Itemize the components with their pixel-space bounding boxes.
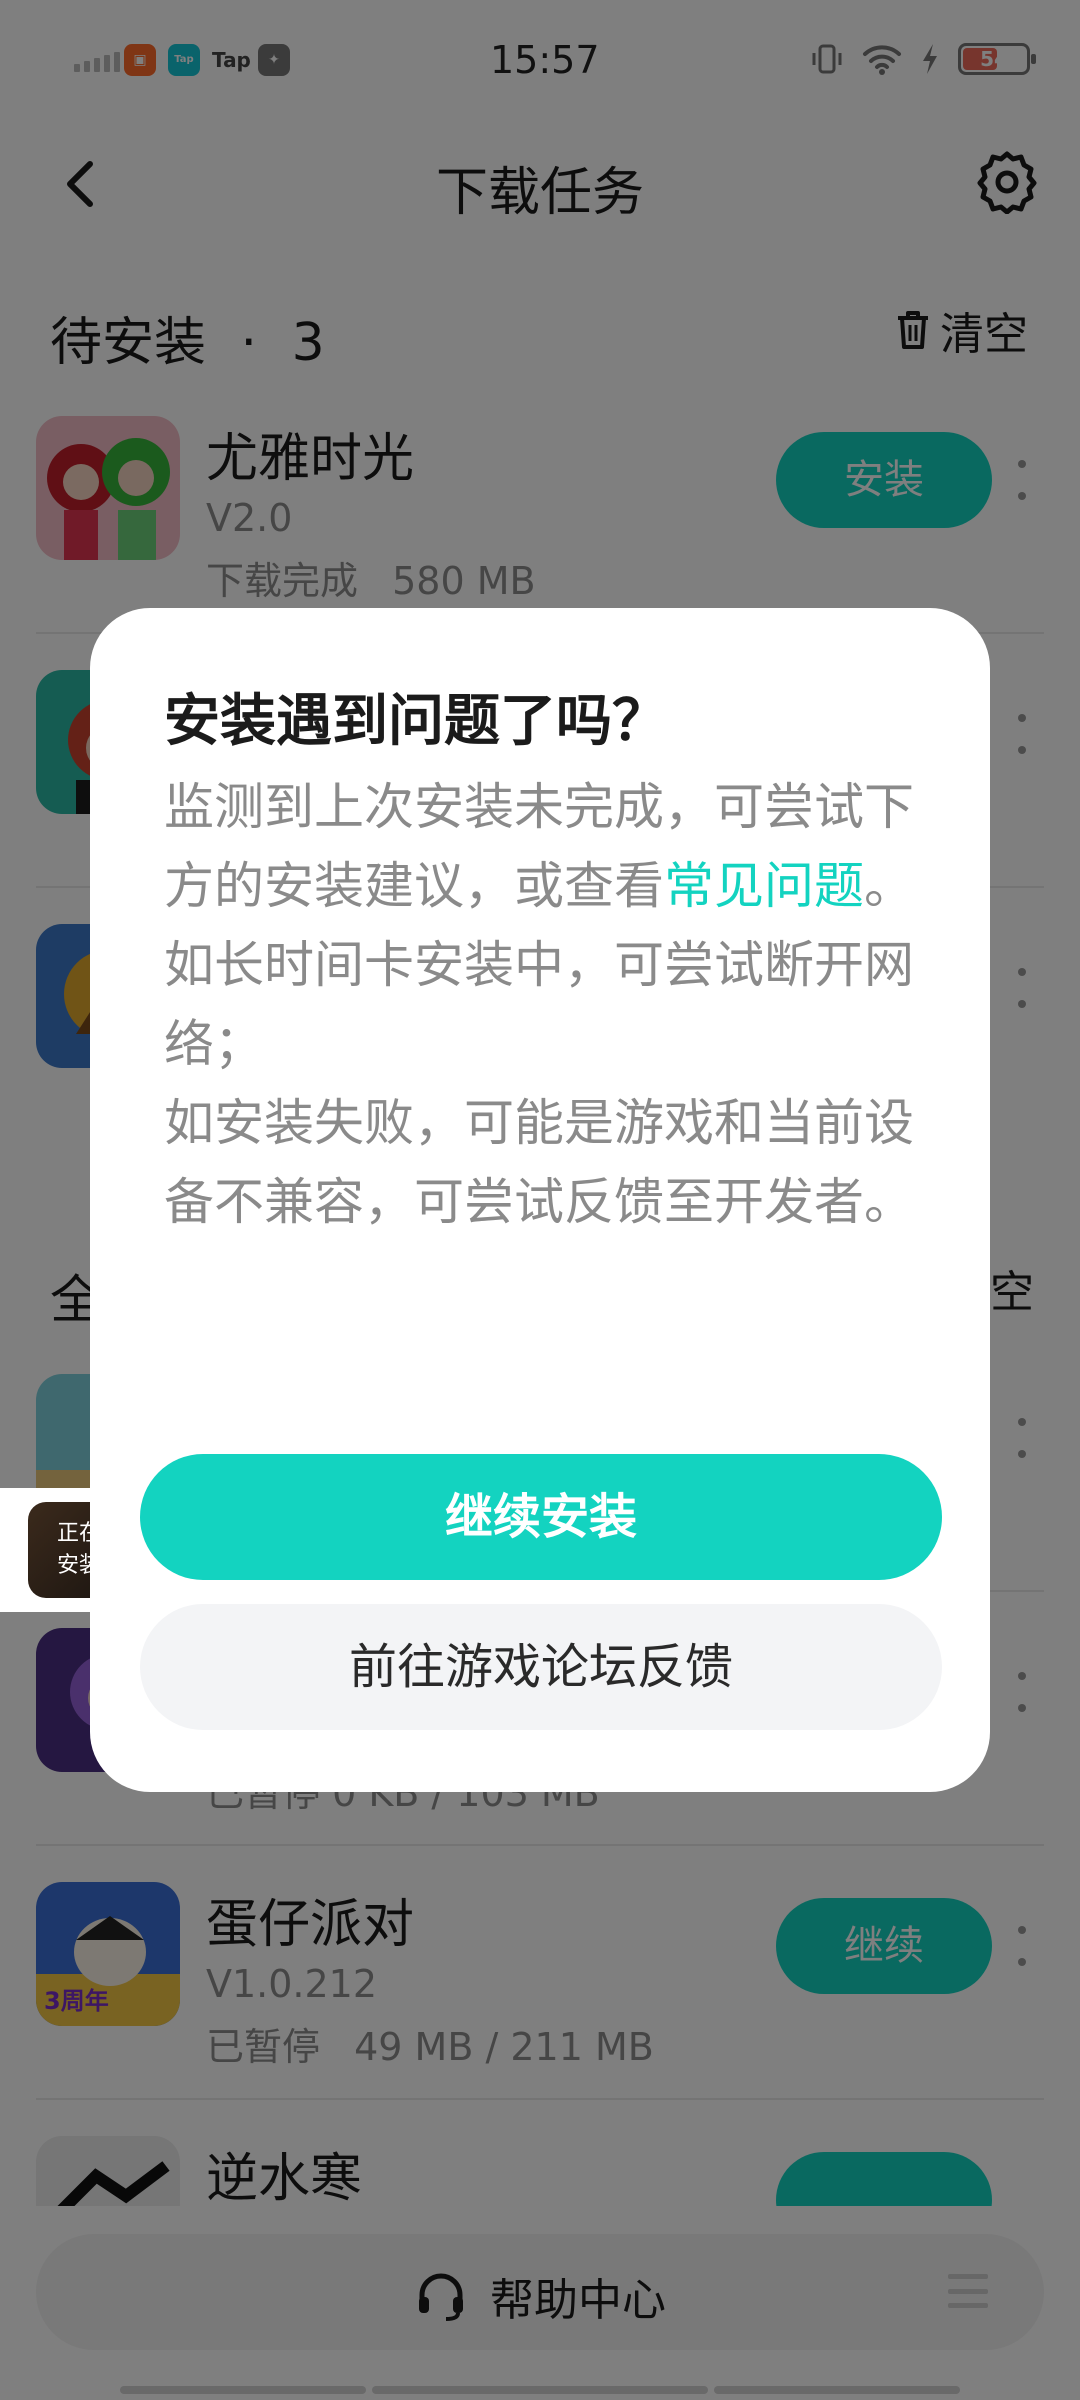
faq-link[interactable]: 常见问题	[664, 857, 864, 915]
dialog-text-3: 如长时间卡安装中，可尝试断开网络；	[164, 936, 914, 1073]
dialog-body: 监测到上次安装未完成，可尝试下方的安装建议，或查看常见问题。 如长时间卡安装中，…	[164, 768, 916, 1242]
dialog-text-2: 。	[864, 857, 914, 915]
forum-feedback-button[interactable]: 前往游戏论坛反馈	[140, 1604, 942, 1730]
dialog-title: 安装遇到问题了吗？	[164, 689, 668, 754]
install-problem-dialog: 安装遇到问题了吗？ 监测到上次安装未完成，可尝试下方的安装建议，或查看常见问题。…	[90, 608, 990, 1792]
dialog-text-4: 如安装失败，可能是游戏和当前设备不兼容，可尝试反馈至开发者。	[164, 1094, 914, 1231]
continue-install-button[interactable]: 继续安装	[140, 1454, 942, 1580]
